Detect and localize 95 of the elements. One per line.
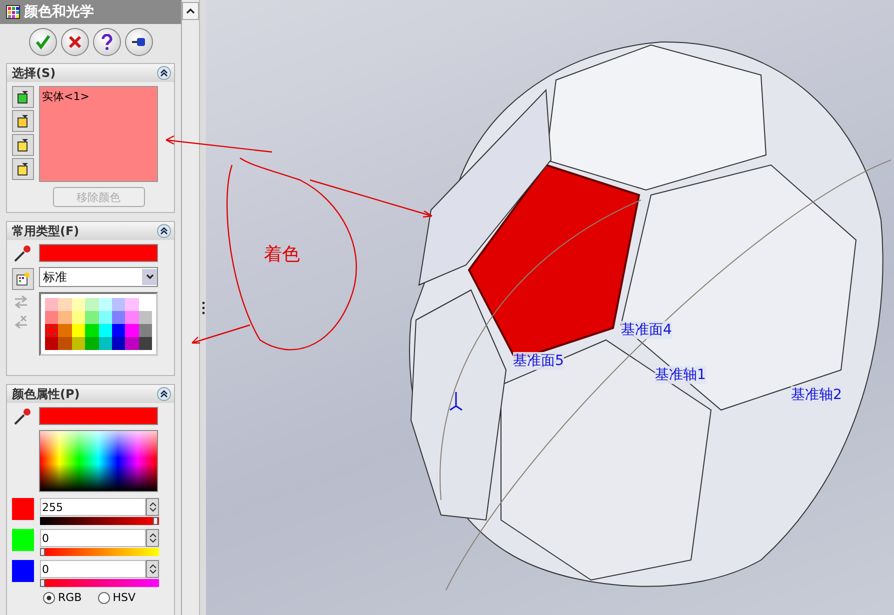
collapse-icon[interactable]: [157, 387, 171, 401]
caret-icon: [146, 274, 154, 280]
color-swatch[interactable]: [58, 298, 72, 311]
up-down-arrows-icon: [148, 563, 156, 575]
color-swatch[interactable]: [112, 324, 126, 337]
cancel-button[interactable]: [60, 28, 88, 56]
channel-slider[interactable]: [40, 548, 159, 556]
datum-label[interactable]: 基准面5: [513, 352, 564, 370]
swap-icon[interactable]: [12, 314, 30, 330]
slider-thumb[interactable]: [40, 548, 45, 556]
filter-button[interactable]: [12, 110, 34, 132]
color-swatch[interactable]: [72, 324, 86, 337]
datum-label[interactable]: 基准轴2: [791, 386, 842, 404]
color-swatch[interactable]: [98, 324, 112, 337]
eyedropper-icon[interactable]: [12, 244, 32, 264]
color-swatch[interactable]: [72, 311, 86, 324]
filter-button[interactable]: [12, 86, 34, 108]
pin-icon: [130, 36, 146, 48]
color-swatch[interactable]: [45, 324, 58, 337]
up-down-arrows-icon: [148, 532, 156, 544]
spinner-button[interactable]: [146, 498, 159, 516]
color-spectrum[interactable]: [39, 430, 158, 492]
color-swatch[interactable]: [45, 337, 58, 350]
box-filter-icon: [16, 114, 30, 128]
color-swatch[interactable]: [98, 337, 112, 350]
datum-label[interactable]: 基准面4: [621, 321, 672, 339]
mode-radio[interactable]: HSV: [98, 591, 136, 604]
scroll-up-icon[interactable]: [186, 8, 195, 14]
panel-title: 颜色和光学: [24, 3, 94, 21]
question-icon: [100, 34, 114, 50]
eyedropper-icon[interactable]: [12, 407, 32, 427]
collapse-icon[interactable]: [157, 66, 171, 80]
color-swatch[interactable]: [58, 311, 72, 324]
soccer-ball-drawing[interactable]: [409, 42, 892, 590]
palette-icon: [16, 272, 30, 286]
axis-triad-icon: [449, 391, 463, 411]
scrollbar[interactable]: [182, 0, 200, 615]
color-swatch[interactable]: [85, 311, 98, 324]
color-swatch[interactable]: [58, 337, 72, 350]
color-swatch[interactable]: [125, 337, 139, 350]
list-item[interactable]: 实体<1>: [42, 89, 155, 104]
color-swatch[interactable]: [125, 324, 139, 337]
filter-button[interactable]: [12, 158, 34, 180]
check-icon: [34, 34, 50, 50]
color-swatch[interactable]: [112, 298, 126, 311]
ok-button[interactable]: [28, 28, 56, 56]
slider-thumb[interactable]: [40, 579, 45, 587]
help-button[interactable]: [92, 28, 120, 56]
swap-icon[interactable]: [12, 294, 30, 310]
color-swatch[interactable]: [72, 337, 86, 350]
color-swatch[interactable]: [98, 311, 112, 324]
color-swatch[interactable]: [125, 298, 139, 311]
annotation-text: 着色: [264, 243, 300, 266]
box-filter-icon: [16, 162, 30, 176]
channel-slider[interactable]: [40, 517, 159, 525]
color-palette[interactable]: [39, 292, 158, 356]
section-title: 颜色属性(P): [12, 386, 80, 402]
section-title: 常用类型(F): [12, 222, 80, 240]
color-swatch[interactable]: [112, 337, 126, 350]
close-icon: [68, 35, 82, 49]
spinner-button[interactable]: [146, 560, 159, 578]
color-swatch[interactable]: [58, 324, 72, 337]
section-title: 选择(S): [12, 64, 56, 82]
box-filter-icon: [16, 90, 30, 104]
channel-slider[interactable]: [40, 579, 159, 587]
color-swatch[interactable]: [138, 324, 152, 337]
channel-input[interactable]: 0: [40, 529, 146, 547]
color-swatch[interactable]: [138, 337, 152, 350]
annotation-arrow: [191, 324, 251, 344]
color-swatch[interactable]: [72, 298, 86, 311]
palette-button[interactable]: [12, 268, 34, 290]
color-swatch[interactable]: [98, 298, 112, 311]
collapse-icon[interactable]: [157, 224, 171, 238]
color-swatch[interactable]: [85, 324, 98, 337]
color-swatch[interactable]: [112, 311, 126, 324]
color-swatch[interactable]: [85, 298, 98, 311]
type-dropdown[interactable]: 标准: [39, 267, 158, 287]
selection-list[interactable]: 实体<1>: [39, 86, 158, 182]
channel-input[interactable]: 0: [40, 560, 146, 578]
grip-icon[interactable]: [202, 300, 204, 314]
palette-icon: [6, 5, 20, 19]
spinner-button[interactable]: [146, 529, 159, 547]
color-swatch[interactable]: [138, 311, 152, 324]
pin-button[interactable]: [124, 28, 152, 56]
slider-thumb[interactable]: [153, 517, 158, 525]
color-swatch[interactable]: [45, 311, 58, 324]
datum-label[interactable]: 基准轴1: [655, 366, 706, 384]
up-down-arrows-icon: [148, 501, 156, 513]
filter-button[interactable]: [12, 134, 34, 156]
box-filter-icon: [16, 138, 30, 152]
color-swatch[interactable]: [85, 337, 98, 350]
channel-input[interactable]: 255: [40, 498, 146, 516]
color-swatch[interactable]: [45, 298, 58, 311]
color-swatch[interactable]: [125, 311, 139, 324]
mode-radio[interactable]: RGB: [43, 591, 82, 604]
